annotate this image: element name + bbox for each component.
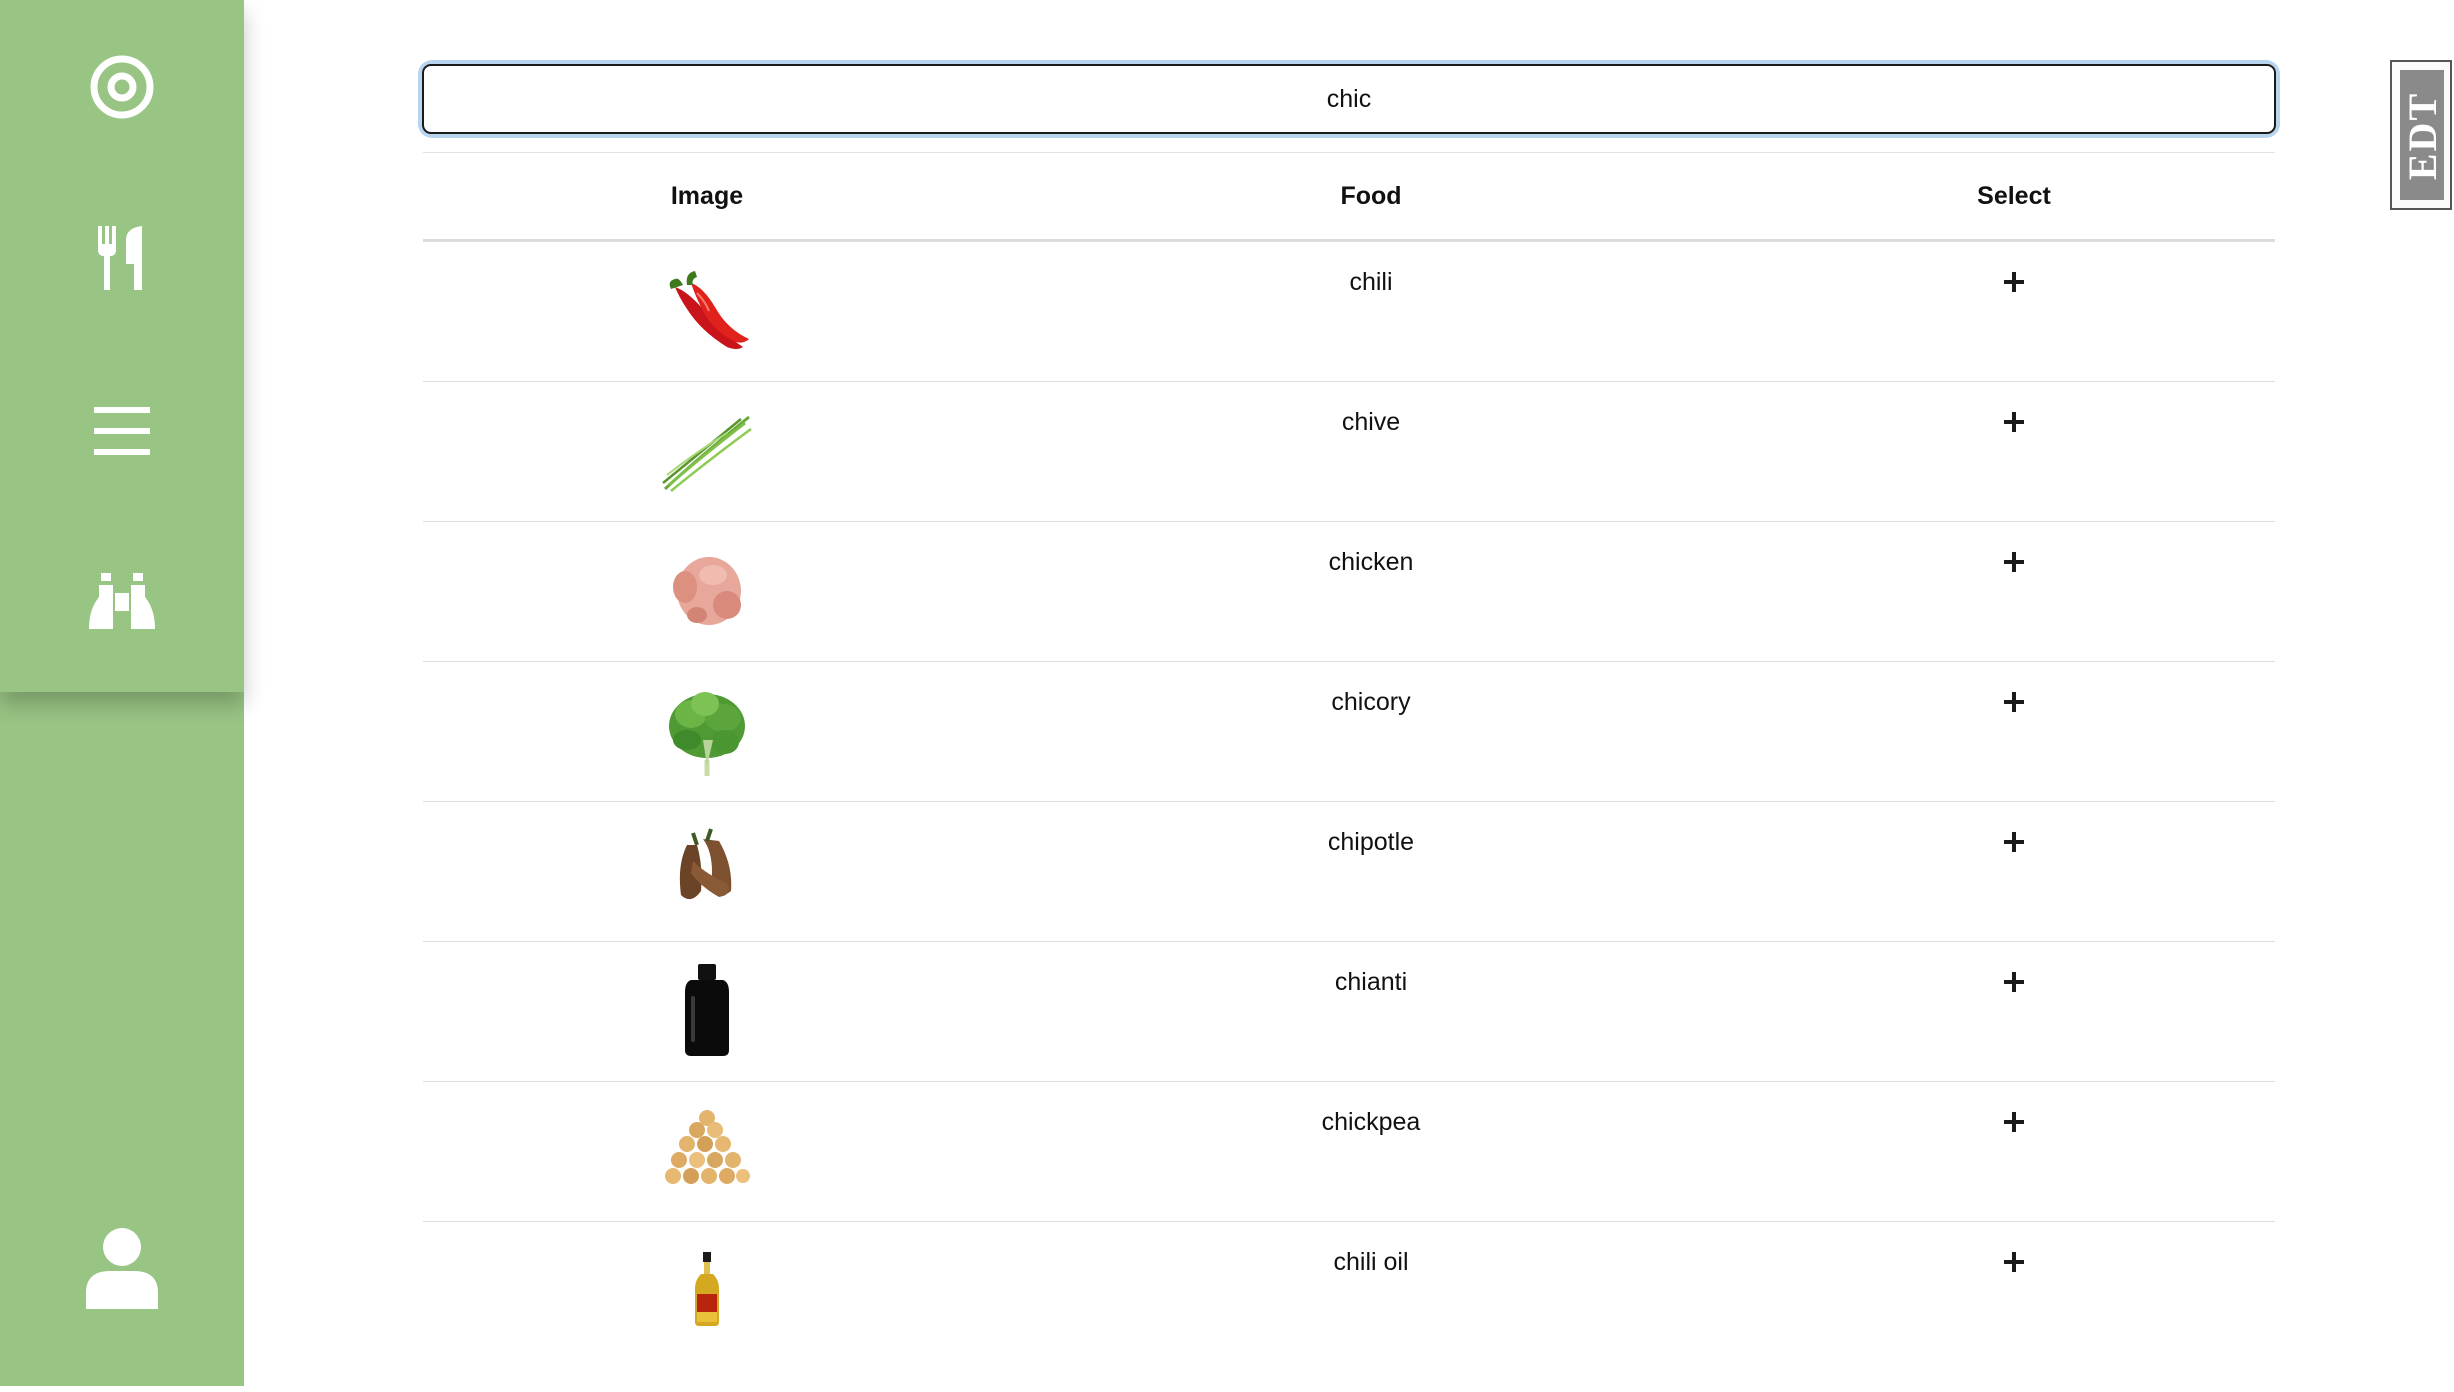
select-button[interactable] xyxy=(1984,1242,2044,1282)
sidebar xyxy=(0,0,244,1386)
food-name: chicory xyxy=(1331,688,1411,716)
select-button[interactable] xyxy=(1984,962,2044,1002)
food-name: chickpea xyxy=(1321,1108,1421,1136)
nav-item-menu[interactable] xyxy=(0,356,244,506)
search-input[interactable] xyxy=(422,64,2276,134)
select-button[interactable] xyxy=(1984,542,2044,582)
select-button[interactable] xyxy=(1984,822,2044,862)
food-name: chive xyxy=(1341,408,1401,436)
food-table: Image Food Select chili chive chicken ch… xyxy=(423,152,2275,1361)
food-image-chianti xyxy=(647,960,767,1060)
table-row: chickpea xyxy=(423,1082,2275,1222)
target-icon xyxy=(90,55,154,119)
food-image-chili-oil xyxy=(647,1240,767,1340)
table-row: chicory xyxy=(423,662,2275,802)
plus-icon xyxy=(2004,552,2024,572)
nav-item-explore[interactable] xyxy=(0,528,244,678)
nav-item-food[interactable] xyxy=(0,184,244,334)
plus-icon xyxy=(2004,1252,2024,1272)
plus-icon xyxy=(2004,272,2024,292)
sidebar-nav xyxy=(0,0,244,692)
table-row: chicken xyxy=(423,522,2275,662)
select-button[interactable] xyxy=(1984,1102,2044,1142)
food-name: chipotle xyxy=(1327,828,1415,856)
column-header-food: Food xyxy=(1340,182,1402,210)
table-row: chili oil xyxy=(423,1222,2275,1361)
table-row: chianti xyxy=(423,942,2275,1082)
food-name: chili oil xyxy=(1333,1248,1409,1276)
food-name: chili xyxy=(1349,268,1393,296)
table-row: chipotle xyxy=(423,802,2275,942)
column-header-select: Select xyxy=(1977,182,2051,210)
edt-badge-label: EDT xyxy=(2400,91,2444,181)
food-image-chipotle xyxy=(647,820,767,920)
binoculars-icon xyxy=(89,573,155,629)
food-image-chickpea xyxy=(647,1100,767,1200)
table-row: chive xyxy=(423,382,2275,522)
food-image-chili xyxy=(647,260,767,360)
nav-item-target[interactable] xyxy=(0,12,244,162)
plus-icon xyxy=(2004,412,2024,432)
plus-icon xyxy=(2004,972,2024,992)
select-button[interactable] xyxy=(1984,402,2044,442)
select-button[interactable] xyxy=(1984,682,2044,722)
food-image-chicory xyxy=(647,680,767,780)
table-header: Image Food Select xyxy=(423,153,2275,242)
food-name: chianti xyxy=(1334,968,1408,996)
search-field-wrapper xyxy=(422,64,2276,134)
menu-icon xyxy=(94,407,150,455)
food-image-chive xyxy=(647,400,767,500)
nav-item-profile[interactable] xyxy=(0,1188,244,1348)
food-name: chicken xyxy=(1328,548,1414,576)
food-image-chicken xyxy=(647,540,767,640)
edt-badge-inner: EDT xyxy=(2400,70,2444,200)
plus-icon xyxy=(2004,692,2024,712)
table-row: chili xyxy=(423,242,2275,382)
select-button[interactable] xyxy=(1984,262,2044,302)
edt-extension-badge[interactable]: EDT xyxy=(2390,60,2452,210)
plus-icon xyxy=(2004,1112,2024,1132)
user-icon xyxy=(86,1228,158,1309)
utensils-icon xyxy=(98,226,142,290)
plus-icon xyxy=(2004,832,2024,852)
column-header-image: Image xyxy=(670,182,744,210)
